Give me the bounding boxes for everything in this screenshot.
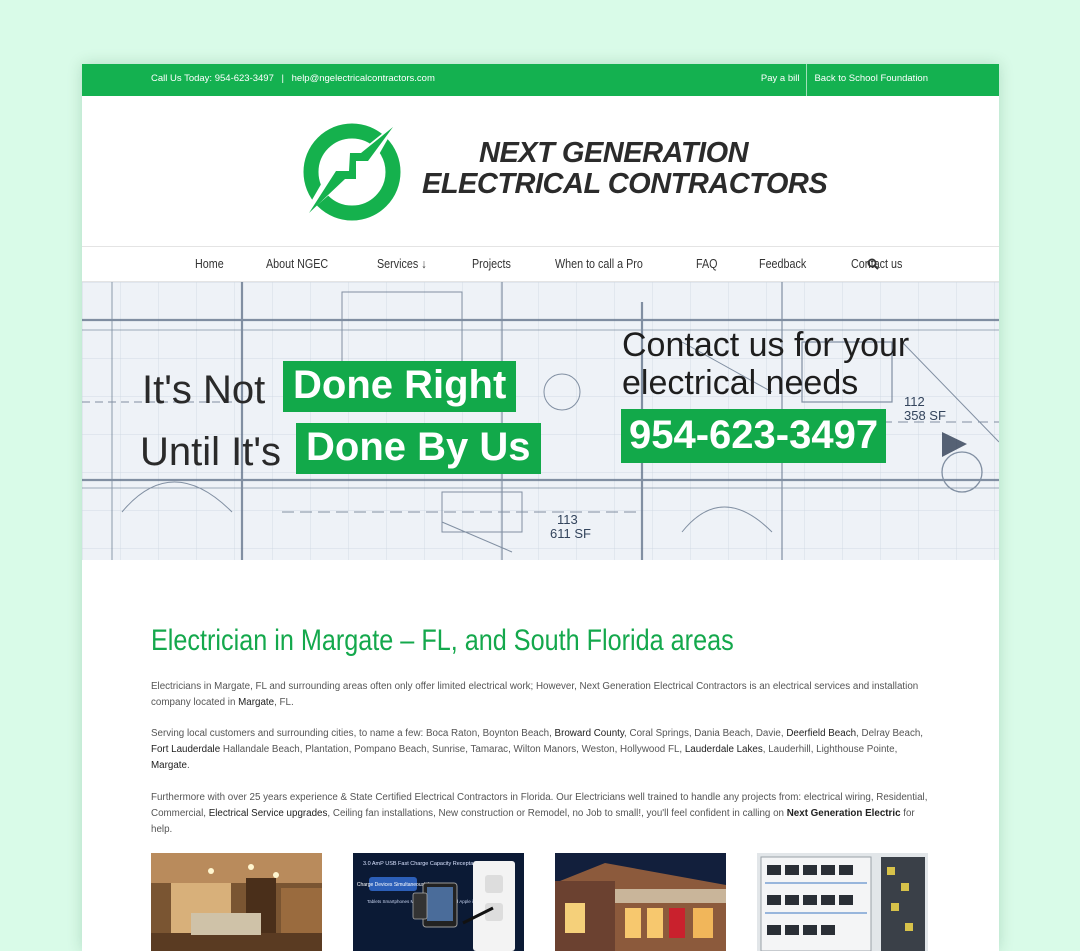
p1-text-b: , FL. — [274, 697, 294, 708]
site-header: NEXT GENERATION ELECTRICAL CONTRACTORS — [82, 96, 999, 246]
usb-badge-text: Charge Devices Simultaneously! — [357, 882, 429, 888]
p2-text-e: , Lauderhill, Lighthouse Pointe, — [762, 744, 898, 755]
service-areas-paragraph: Serving local customers and surrounding … — [151, 726, 931, 774]
experience-paragraph: Furthermore with over 25 years experienc… — [151, 790, 931, 838]
kitchen-thumbnail[interactable] — [151, 853, 322, 951]
intro-paragraph: Electricians in Margate, FL and surround… — [151, 679, 931, 711]
hero-contact-text: Contact us for your electrical needs — [622, 326, 909, 402]
margate-link[interactable]: Margate — [238, 697, 274, 708]
p2-text-f: . — [186, 760, 190, 771]
top-bar: Call Us Today: 954-623-3497 | help@ngele… — [82, 64, 999, 96]
logo-line-1: NEXT GENERATION — [479, 137, 749, 169]
top-bar-links: Pay a bill Back to School Foundation — [754, 64, 999, 96]
hero-done-by-us-box: Done By Us — [296, 423, 541, 474]
hero-line-1-prefix: It's Not — [142, 368, 266, 412]
top-bar-contact: Call Us Today: 954-623-3497 | help@ngele… — [151, 73, 435, 84]
nav-home[interactable]: Home — [195, 247, 224, 281]
nav-when-to-call[interactable]: When to call a Pro — [555, 247, 643, 281]
storefront-image — [555, 853, 726, 951]
email-link[interactable]: help@ngelectricalcontractors.com — [292, 73, 435, 84]
back-to-school-link[interactable]: Back to School Foundation — [806, 64, 999, 96]
p2-text-d: Hallandale Beach, Plantation, Pompano Be… — [220, 744, 685, 755]
hero-banner: 113 611 SF 112 358 SF It's Not Done Righ… — [82, 282, 999, 560]
hero-contact-line-2: electrical needs — [622, 364, 859, 402]
electrical-panel-thumbnail[interactable] — [757, 853, 928, 951]
margate-link-2[interactable]: Margate — [151, 760, 187, 771]
service-upgrades-link[interactable]: Electrical Service upgrades — [209, 808, 328, 819]
nav-projects[interactable]: Projects — [472, 247, 511, 281]
plan-label-room-area: 611 SF — [550, 526, 591, 541]
kitchen-image — [151, 853, 322, 951]
p2-text-b: , Coral Springs, Dania Beach, Davie, — [624, 728, 787, 739]
next-generation-electric-link[interactable]: Next Generation Electric — [787, 808, 901, 819]
call-us-text: Call Us Today: 954-623-3497 — [151, 73, 274, 84]
p3-text-b: , Ceiling fan installations, New constru… — [327, 808, 787, 819]
p2-text-a: Serving local customers and surrounding … — [151, 728, 555, 739]
hero-phone-number[interactable]: 954-623-3497 — [621, 409, 887, 463]
broward-county-link[interactable]: Broward County — [555, 728, 625, 739]
logo-wordmark[interactable]: NEXT GENERATION ELECTRICAL CONTRACTORS — [422, 137, 828, 200]
usb-header-text: 3.0 AmP USB Fast Charge Capacity Recepta… — [363, 861, 480, 867]
hero-contact-line-1: Contact us for your — [622, 326, 910, 364]
fort-lauderdale-link[interactable]: Fort Lauderdale — [151, 744, 220, 755]
p2-text-c: , Delray Beach, — [856, 728, 924, 739]
main-navigation: Home About NGEC Services ↓ Projects When… — [82, 246, 999, 282]
nav-feedback[interactable]: Feedback — [759, 247, 806, 281]
logo-line-2: ELECTRICAL CONTRACTORS — [422, 168, 828, 200]
top-bar-separator: | — [281, 73, 284, 84]
nav-faq[interactable]: FAQ — [696, 247, 718, 281]
deerfield-beach-link[interactable]: Deerfield Beach — [786, 728, 856, 739]
plan-label-room-number: 113 — [557, 512, 578, 527]
electrical-panel-image — [757, 853, 928, 951]
pay-bill-link[interactable]: Pay a bill — [754, 64, 807, 96]
nav-services[interactable]: Services ↓ — [377, 247, 427, 281]
nav-about[interactable]: About NGEC — [266, 247, 328, 281]
plan-label-room-area-2: 358 SF — [904, 408, 946, 423]
lauderdale-lakes-link[interactable]: Lauderdale Lakes — [685, 744, 763, 755]
search-icon[interactable] — [867, 258, 879, 270]
hero-line-2-prefix: Until It's — [140, 430, 281, 474]
lightning-logo-icon[interactable] — [301, 121, 403, 223]
usb-outlet-thumbnail[interactable]: 3.0 AmP USB Fast Charge Capacity Recepta… — [353, 853, 524, 951]
page-title: Electrician in Margate – FL, and South F… — [151, 624, 734, 657]
content-block: Electrician in Margate – FL, and South F… — [151, 624, 941, 835]
storefront-thumbnail[interactable] — [555, 853, 726, 951]
hero-done-right-box: Done Right — [283, 361, 517, 412]
usb-outlet-image: 3.0 AmP USB Fast Charge Capacity Recepta… — [353, 853, 524, 951]
